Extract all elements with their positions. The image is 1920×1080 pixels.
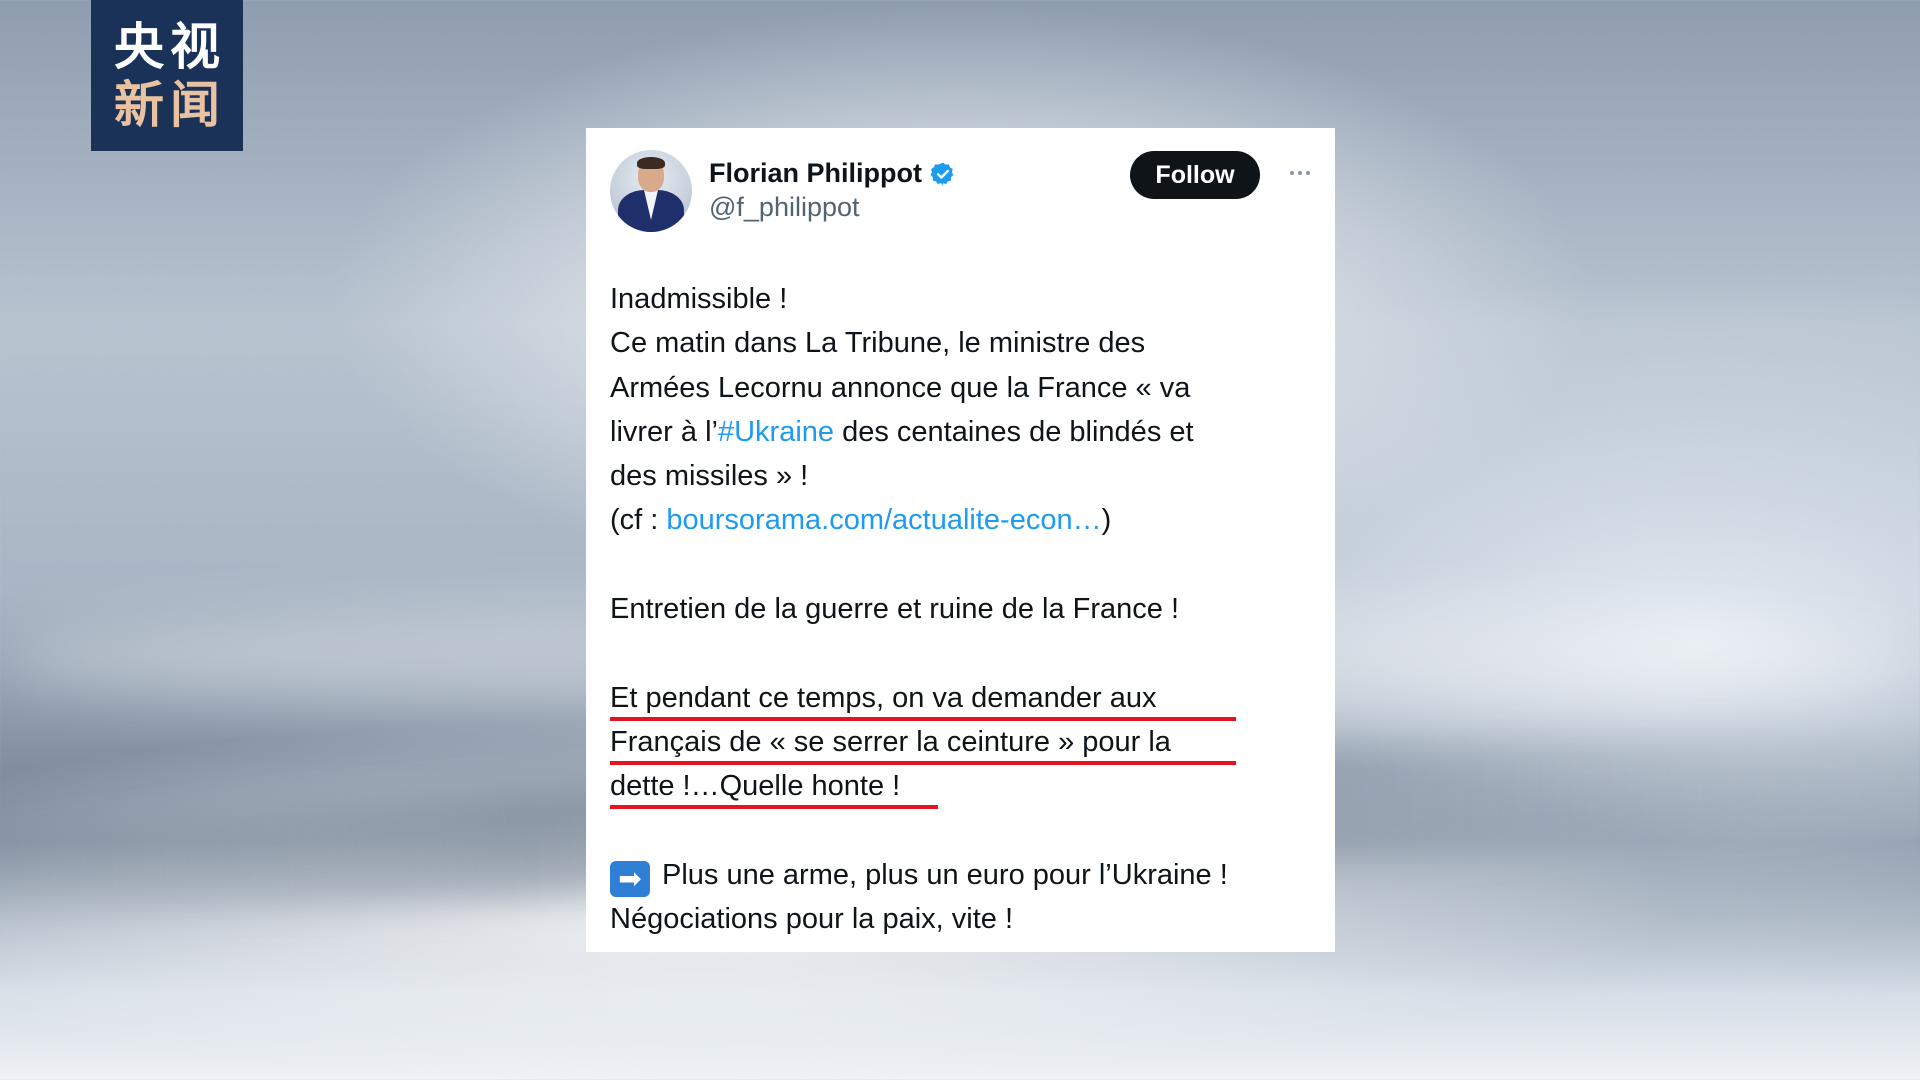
tweet-card: Florian Philippot @f_philippot Follow In… (586, 128, 1335, 952)
tweet-line: des missiles » ! (610, 460, 809, 493)
tweet-line: Armées Lecornu annonce que la France « v… (610, 371, 1191, 404)
logo-char: 新 (114, 75, 164, 134)
tweet-line-highlighted: Français de « se serrer la ceinture » po… (610, 720, 1310, 765)
logo-char: 视 (170, 17, 220, 76)
avatar[interactable] (610, 150, 692, 232)
tweet-line-highlighted: Et pendant ce temps, on va demander aux (610, 676, 1310, 721)
author-handle[interactable]: @f_philippot (709, 192, 860, 223)
tweet-text-segment: (cf : (610, 504, 667, 537)
tweet-line: (cf : boursorama.com/actualite-econ…) (610, 498, 1310, 542)
tweet-line: Inadmissible ! (610, 283, 788, 315)
tweet-line: Entretien de la guerre et ruine de la Fr… (610, 593, 1180, 626)
tweet-text-segment: Français de « se serrer la ceinture » po… (610, 725, 1171, 758)
tweet-line: livrer à l’#Ukraine des centaines de bli… (610, 410, 1310, 454)
tweet-text-segment: Plus une arme, plus un euro pour l’Ukrai… (662, 858, 1228, 891)
tweet-text-segment: Et pendant ce temps, on va demander aux (610, 681, 1157, 714)
right-arrow-icon: ➡ (610, 860, 650, 897)
author-name[interactable]: Florian Philippot (709, 158, 922, 189)
tweet-text-segment: dette !…Quelle honte ! (610, 770, 901, 803)
tweet-line: Négociations pour la paix, vite ! (610, 903, 1013, 936)
tweet-line: ➡ Plus une arme, plus un euro pour l’Ukra… (610, 853, 1310, 897)
tweet-line: Ce matin dans La Tribune, le ministre de… (610, 327, 1146, 360)
red-underline (610, 805, 938, 810)
tweet-text-segment: des centaines de blindés et (834, 415, 1194, 448)
tweet-text: Inadmissible ! Ce matin dans La Tribune,… (610, 277, 1310, 941)
logo-char: 央 (114, 17, 164, 76)
tweet-text-segment: livrer à l’ (610, 415, 718, 448)
article-link[interactable]: boursorama.com/actualite-econ… (666, 504, 1101, 536)
more-options-icon[interactable] (1280, 158, 1320, 188)
logo-top-row: 央 视 (114, 19, 220, 75)
tweet-line-highlighted: dette !…Quelle honte ! (610, 764, 1310, 810)
follow-button[interactable]: Follow (1130, 151, 1260, 199)
logo-char: 闻 (170, 75, 220, 134)
author-row: Florian Philippot (709, 158, 956, 189)
verified-badge-icon (930, 162, 954, 185)
hashtag-link[interactable]: #Ukraine (718, 416, 834, 448)
logo-bottom-row: 新 闻 (114, 77, 220, 133)
cctv-news-logo: 央 视 新 闻 (91, 0, 243, 151)
tweet-text-segment: ) (1101, 504, 1112, 537)
